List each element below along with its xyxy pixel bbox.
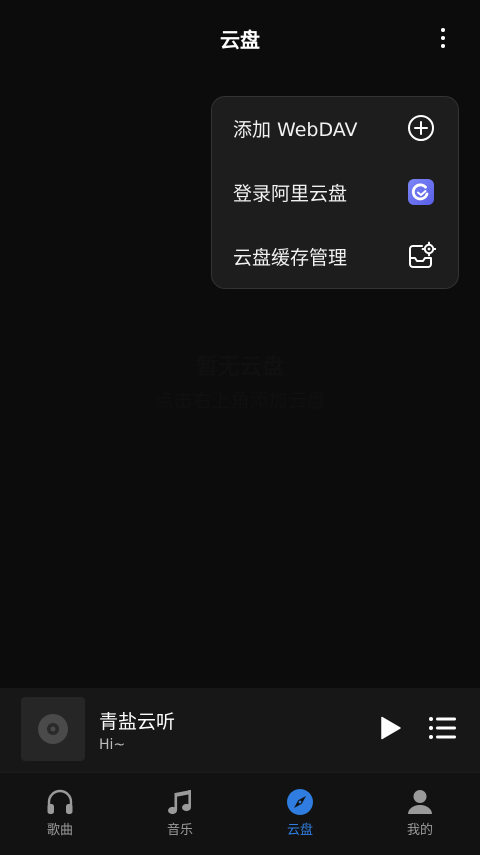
disc-icon [38,714,68,744]
tab-label: 我的 [406,823,433,838]
bottom-tab-bar: 歌曲 音乐 云盘 我的 [0,772,480,855]
empty-state-subtitle: 点击右上角添加云盘 [154,390,326,412]
menu-item-label: 云盘缓存管理 [233,247,348,269]
playlist-icon[interactable] [428,714,458,742]
song-subtitle: Hi~ [99,737,126,753]
tab-music[interactable]: 音乐 [120,773,240,855]
empty-state-title: 暂无云盘 [195,355,284,380]
music-note-icon [168,790,191,815]
app-screen: 云盘 暂无云盘 点击右上角添加云盘 添加 WebDAV 登录阿里云盘 云盘缓存管… [0,0,480,855]
play-icon[interactable] [375,713,405,743]
song-title: 青盐云听 [99,711,176,733]
compass-icon [287,789,313,815]
menu-item-cache-management[interactable]: 云盘缓存管理 [212,225,458,289]
album-art[interactable] [21,697,85,761]
tab-label: 音乐 [166,823,193,838]
add-circle-icon [408,115,434,141]
header: 云盘 [0,0,480,76]
mini-player[interactable]: 青盐云听 Hi~ [0,688,480,772]
menu-item-label: 添加 WebDAV [233,119,358,141]
more-options-button[interactable] [428,24,458,52]
tab-label: 云盘 [286,823,313,838]
dropdown-menu: 添加 WebDAV 登录阿里云盘 云盘缓存管理 [211,96,459,289]
menu-item-label: 登录阿里云盘 [233,183,348,205]
person-icon [408,790,432,814]
aliyun-drive-icon [408,179,434,205]
menu-item-aliyun-login[interactable]: 登录阿里云盘 [212,161,458,225]
cache-settings-icon [409,241,436,268]
page-title: 云盘 [220,28,260,52]
tab-cloud-drive[interactable]: 云盘 [240,773,360,855]
more-vertical-icon [441,28,445,32]
tab-label: 歌曲 [46,823,73,838]
tab-mine[interactable]: 我的 [360,773,480,855]
headphones-icon [47,789,73,814]
menu-item-add-webdav[interactable]: 添加 WebDAV [212,97,458,161]
tab-songs[interactable]: 歌曲 [0,773,120,855]
